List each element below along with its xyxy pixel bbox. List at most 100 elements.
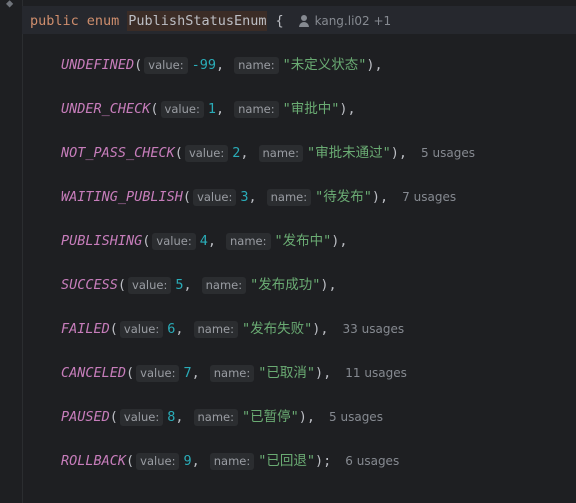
value-param-hint: value: <box>136 452 180 470</box>
close-paren: ), <box>339 101 356 117</box>
comma: , <box>191 365 200 381</box>
enum-constant-label: "发布成功" <box>250 277 321 293</box>
enum-constant-name[interactable]: CANCELED <box>61 363 126 383</box>
name-param-hint: name: <box>234 100 279 118</box>
fold-icon[interactable]: ◆ <box>6 0 13 10</box>
open-brace: { <box>275 13 284 29</box>
comma: , <box>215 101 225 117</box>
open-paren: ( <box>182 189 192 205</box>
person-icon <box>298 15 310 27</box>
author-hint[interactable]: kang.li02 +1 <box>298 11 392 31</box>
open-paren: ( <box>134 57 143 73</box>
enum-constant-label: "发布失败" <box>242 321 313 337</box>
enum-constant-line-under-check[interactable]: UNDER_CHECK(value: 1, name: "审批中"), <box>61 99 356 119</box>
comma: , <box>215 57 225 73</box>
value-param-hint: value: <box>160 100 204 118</box>
comma: , <box>175 409 184 425</box>
close-paren: ), <box>371 189 389 205</box>
enum-constant-name[interactable]: SUCCESS <box>61 275 118 295</box>
open-paren: ( <box>117 277 127 293</box>
enum-class-name[interactable]: PublishStatusEnum <box>127 11 268 31</box>
enum-constant-line-failed[interactable]: FAILED(value: 6, name: "发布失败"), 33 usages <box>61 319 404 339</box>
enum-constant-name[interactable]: WAITING_PUBLISH <box>61 187 183 207</box>
enum-constant-line-success[interactable]: SUCCESS(value: 5, name: "发布成功"), <box>61 275 337 295</box>
comma: , <box>175 321 184 337</box>
enum-constant-value: 3 <box>240 189 249 205</box>
open-paren: ( <box>126 453 135 469</box>
value-param-hint: value: <box>152 232 196 250</box>
enum-constant-label: "发布中" <box>274 233 332 249</box>
value-param-hint: value: <box>128 276 172 294</box>
open-paren: ( <box>109 409 118 425</box>
name-param-hint: name: <box>234 56 279 74</box>
close-paren: ), <box>366 57 383 73</box>
close-paren: ), <box>298 409 316 425</box>
comma: , <box>240 145 249 161</box>
close-paren: ), <box>312 321 329 337</box>
enum-constant-label: "已回退" <box>258 453 316 469</box>
value-param-hint: value: <box>119 320 164 338</box>
name-param-hint: name: <box>258 144 304 162</box>
name-param-hint: name: <box>193 320 238 338</box>
value-param-hint: value: <box>144 56 188 74</box>
close-paren: ); <box>315 453 332 469</box>
usages-count[interactable]: 6 usages <box>345 451 399 471</box>
enum-constant-label: "未定义状态" <box>282 57 367 73</box>
open-paren: ( <box>174 145 183 161</box>
enum-constant-value: 8 <box>167 409 176 425</box>
comma: , <box>207 233 216 249</box>
comma: , <box>248 189 257 205</box>
enum-constant-value: 7 <box>183 365 192 381</box>
enum-constant-value: 9 <box>183 453 192 469</box>
close-paren: ), <box>390 145 408 161</box>
code-editor[interactable]: ◆ public enum PublishStatusEnum { kang.l… <box>0 0 576 503</box>
enum-constant-name[interactable]: ROLLBACK <box>61 451 126 471</box>
value-param-hint: value: <box>193 188 237 206</box>
enum-constant-label: "审批中" <box>282 101 340 117</box>
name-param-hint: name: <box>201 276 247 294</box>
enum-constant-value: 1 <box>207 101 216 117</box>
name-param-hint: name: <box>209 452 255 470</box>
open-paren: ( <box>142 233 151 249</box>
enum-constant-name[interactable]: PUBLISHING <box>61 231 142 251</box>
enum-constant-label: "审批未通过" <box>307 145 391 161</box>
enum-constant-label: "已取消" <box>258 365 316 381</box>
open-paren: ( <box>126 365 135 381</box>
enum-constant-name[interactable]: FAILED <box>61 319 110 339</box>
name-param-hint: name: <box>209 364 255 382</box>
usages-count[interactable]: 5 usages <box>329 407 383 427</box>
enum-constant-name[interactable]: UNDER_CHECK <box>61 99 150 119</box>
keyword-enum: enum <box>86 13 120 29</box>
enum-constant-line-paused[interactable]: PAUSED(value: 8, name: "已暂停"), 5 usages <box>61 407 383 427</box>
enum-constant-value: -99 <box>191 57 216 73</box>
enum-constant-label: "待发布" <box>315 189 372 205</box>
open-paren: ( <box>150 101 159 117</box>
close-paren: ), <box>315 365 332 381</box>
enum-constant-line-rollback[interactable]: ROLLBACK(value: 9, name: "已回退"); 6 usages <box>61 451 399 471</box>
enum-constant-label: "已暂停" <box>242 409 299 425</box>
enum-constant-name[interactable]: PAUSED <box>61 407 110 427</box>
usages-count[interactable]: 5 usages <box>421 143 475 163</box>
enum-constant-line-waiting-publish[interactable]: WAITING_PUBLISH(value: 3, name: "待发布"), 7 us… <box>61 187 456 207</box>
enum-declaration-line[interactable]: public enum PublishStatusEnum { kang.li0… <box>30 11 391 31</box>
close-paren: ), <box>331 233 348 249</box>
enum-constant-line-publishing[interactable]: PUBLISHING(value: 4, name: "发布中"), <box>61 231 348 251</box>
author-name: kang.li02 +1 <box>314 14 392 28</box>
value-param-hint: value: <box>136 364 180 382</box>
enum-constant-value: 2 <box>232 145 241 161</box>
enum-constant-name[interactable]: NOT_PASS_CHECK <box>61 143 175 163</box>
enum-constant-line-undefined[interactable]: UNDEFINED(value: -99, name: "未定义状态"), <box>61 55 383 75</box>
enum-constant-line-not-pass-check[interactable]: NOT_PASS_CHECK(value: 2, name: "审批未通过"), 5 u… <box>61 143 475 163</box>
keyword-public: public <box>30 13 79 29</box>
close-paren: ), <box>320 277 337 293</box>
value-param-hint: value: <box>119 408 164 426</box>
value-param-hint: value: <box>184 144 229 162</box>
usages-count[interactable]: 7 usages <box>402 187 456 207</box>
usages-count[interactable]: 33 usages <box>343 319 405 339</box>
enum-constant-name[interactable]: UNDEFINED <box>61 55 134 75</box>
enum-constant-line-canceled[interactable]: CANCELED(value: 7, name: "已取消"), 11 usages <box>61 363 407 383</box>
name-param-hint: name: <box>226 232 271 250</box>
enum-constant-value: 5 <box>175 277 184 293</box>
name-param-hint: name: <box>266 188 312 206</box>
usages-count[interactable]: 11 usages <box>345 363 407 383</box>
